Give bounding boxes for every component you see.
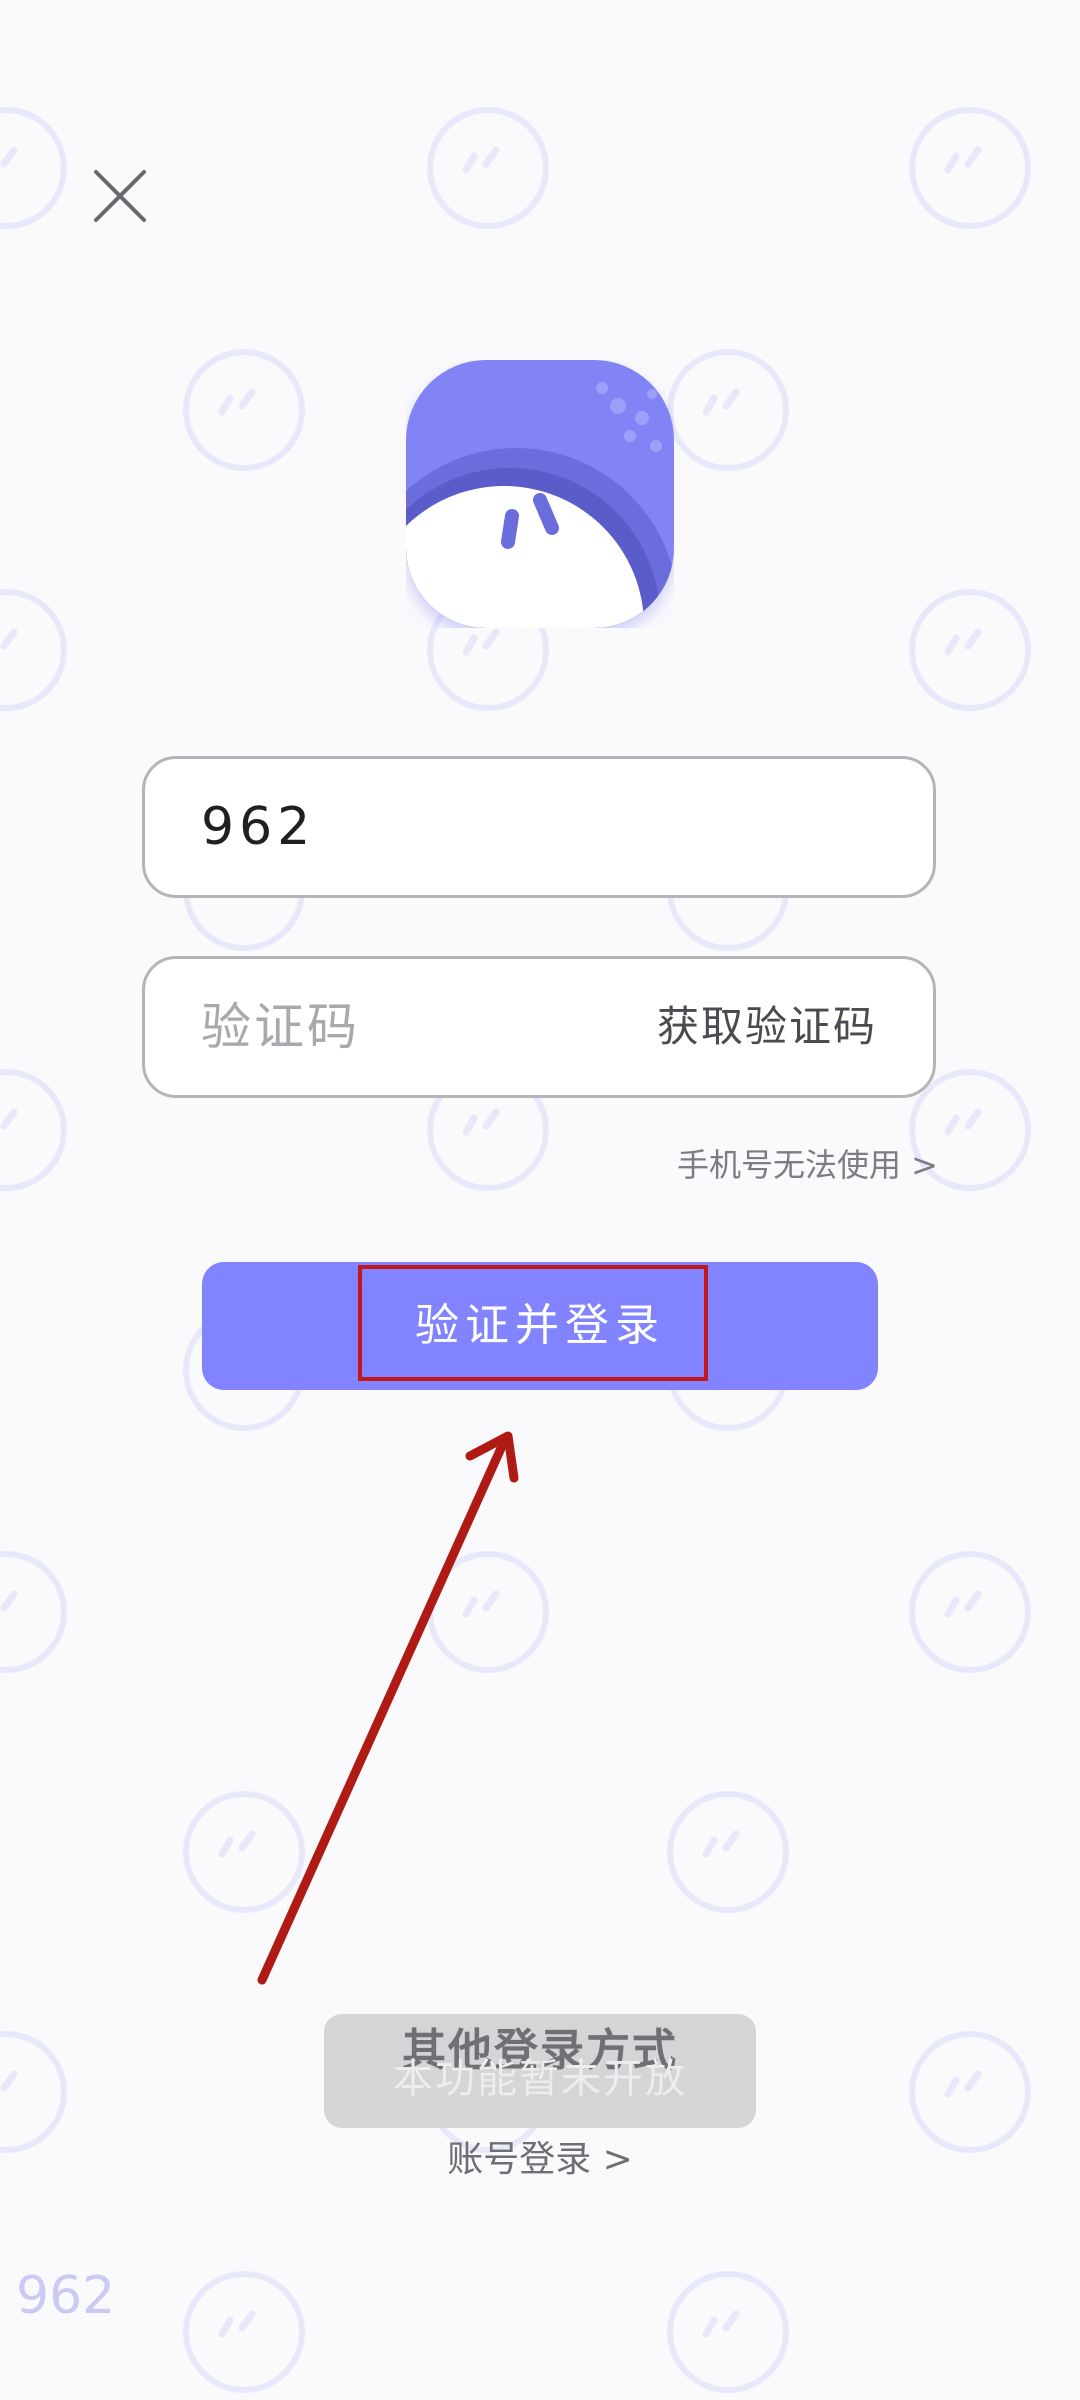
account-login-link[interactable]: 账号登录 > xyxy=(0,2136,1080,2184)
phone-unavailable-link[interactable]: 手机号无法使用 > xyxy=(677,1142,938,1188)
close-button[interactable] xyxy=(84,160,156,232)
verify-login-button[interactable]: 验证并登录 xyxy=(202,1262,878,1390)
feature-unavailable-toast: 本功能暂未开放 xyxy=(393,2056,687,2102)
verify-login-label: 验证并登录 xyxy=(415,1300,665,1351)
close-icon xyxy=(94,170,146,222)
other-login-methods: 其他登录方式 本功能暂未开放 xyxy=(324,2014,756,2128)
verification-code-input[interactable]: 验证码 获取验证码 xyxy=(142,956,936,1098)
app-logo-icon xyxy=(406,360,674,628)
verification-code-placeholder: 验证码 xyxy=(201,998,360,1056)
get-code-button[interactable]: 获取验证码 xyxy=(657,959,877,1095)
phone-input[interactable]: 962 xyxy=(142,756,936,898)
login-screen: 962 验证码 获取验证码 手机号无法使用 > 验证并登录 其他登录方式 本功能… xyxy=(0,0,1080,2400)
watermark-number: 962 xyxy=(16,2266,116,2326)
phone-input-value: 962 xyxy=(201,797,316,857)
